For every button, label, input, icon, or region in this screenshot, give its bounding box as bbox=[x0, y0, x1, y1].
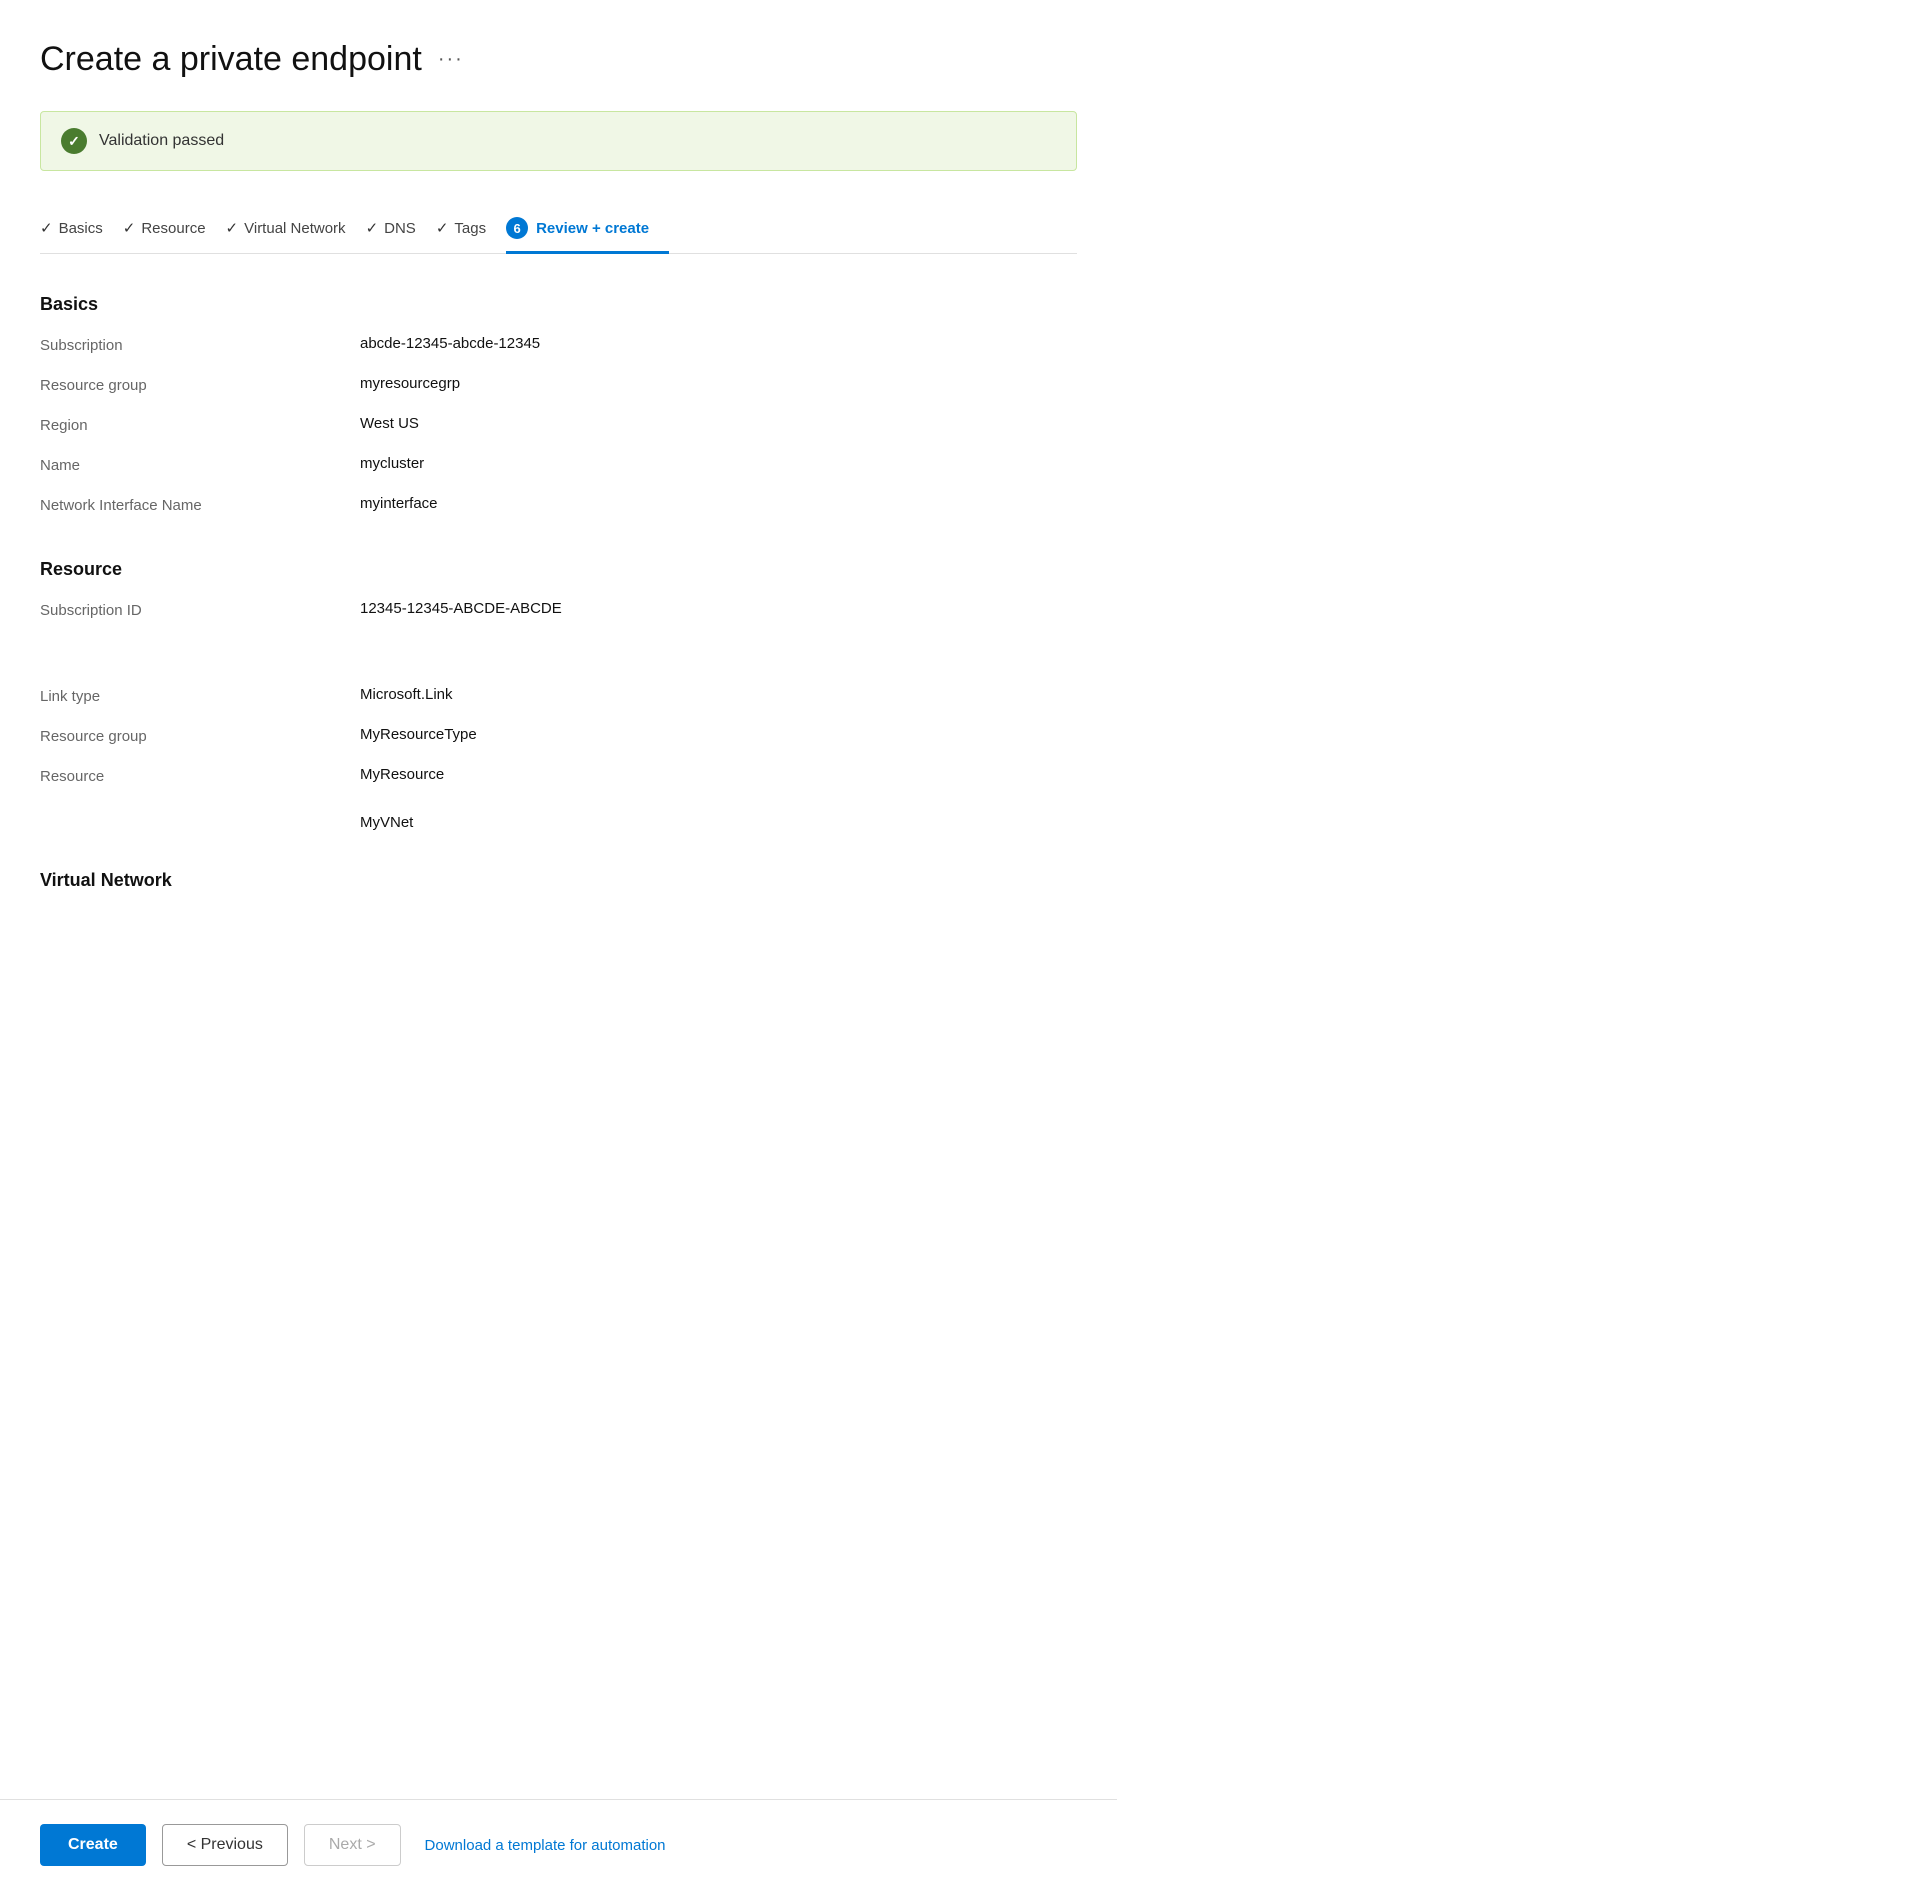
resource-group-label: Resource group bbox=[40, 726, 360, 745]
step-tags-check: ✓ bbox=[436, 219, 449, 237]
step-basics-check: ✓ bbox=[40, 219, 53, 237]
basics-subscription-label: Subscription bbox=[40, 335, 360, 354]
resource-link-type-value: Microsoft.Link bbox=[360, 686, 453, 703]
resource-resource-label: Resource bbox=[40, 766, 360, 785]
basics-nic-name-value: myinterface bbox=[360, 495, 438, 512]
step-virtual-network[interactable]: ✓ Virtual Network bbox=[226, 209, 366, 251]
resource-link-type-row: Link type Microsoft.Link bbox=[40, 686, 1077, 714]
vnet-section-title: Virtual Network bbox=[40, 870, 1077, 891]
content-area: Basics Subscription abcde-12345-abcde-12… bbox=[40, 294, 1077, 1071]
resource-subscription-id-row: Subscription ID 12345-12345-ABCDE-ABCDE bbox=[40, 600, 1077, 628]
basics-resource-group-value: myresourcegrp bbox=[360, 375, 460, 392]
step-dns-check: ✓ bbox=[366, 219, 379, 237]
validation-text: Validation passed bbox=[99, 132, 224, 150]
step-dns-label: DNS bbox=[384, 220, 416, 237]
basics-resource-group-row: Resource group myresourcegrp bbox=[40, 375, 1077, 403]
step-basics[interactable]: ✓ Basics bbox=[40, 209, 123, 251]
step-vnet-label: Virtual Network bbox=[244, 220, 345, 237]
basics-name-value: mycluster bbox=[360, 455, 424, 472]
resource-subscription-id-label: Subscription ID bbox=[40, 600, 360, 619]
previous-button[interactable]: < Previous bbox=[162, 1824, 288, 1866]
validation-banner: Validation passed bbox=[40, 111, 1077, 171]
basics-resource-group-label: Resource group bbox=[40, 375, 360, 394]
next-button: Next > bbox=[304, 1824, 401, 1866]
basics-subscription-value: abcde-12345-abcde-12345 bbox=[360, 335, 540, 352]
basics-subscription-row: Subscription abcde-12345-abcde-12345 bbox=[40, 335, 1077, 363]
validation-check-icon bbox=[61, 128, 87, 154]
vnet-pre-value-row: MyVNet bbox=[40, 814, 1077, 842]
resource-resource-row: Resource MyResource bbox=[40, 766, 1077, 794]
step-review-create[interactable]: 6 Review + create bbox=[506, 207, 669, 253]
basics-nic-name-row: Network Interface Name myinterface bbox=[40, 495, 1077, 523]
basics-name-row: Name mycluster bbox=[40, 455, 1077, 483]
step-review-badge: 6 bbox=[506, 217, 528, 239]
resource-subscription-id-value: 12345-12345-ABCDE-ABCDE bbox=[360, 600, 562, 617]
step-dns[interactable]: ✓ DNS bbox=[366, 209, 436, 251]
steps-nav: ✓ Basics ✓ Resource ✓ Virtual Network ✓ … bbox=[40, 207, 1077, 254]
ellipsis-menu-button[interactable]: ··· bbox=[438, 48, 464, 71]
basics-section-title: Basics bbox=[40, 294, 1077, 315]
step-resource[interactable]: ✓ Resource bbox=[123, 209, 226, 251]
resource-link-type-label: Link type bbox=[40, 686, 360, 705]
step-review-label: Review + create bbox=[536, 220, 649, 237]
step-resource-check: ✓ bbox=[123, 219, 136, 237]
basics-region-label: Region bbox=[40, 415, 360, 434]
basics-name-label: Name bbox=[40, 455, 360, 474]
download-template-link[interactable]: Download a template for automation bbox=[425, 1837, 666, 1854]
resource-empty-row bbox=[40, 640, 1077, 668]
create-button[interactable]: Create bbox=[40, 1824, 146, 1866]
resource-section-title: Resource bbox=[40, 559, 1077, 580]
footer: Create < Previous Next > Download a temp… bbox=[0, 1799, 1117, 1890]
resource-group-row: Resource group MyResourceType bbox=[40, 726, 1077, 754]
basics-region-value: West US bbox=[360, 415, 419, 432]
step-tags[interactable]: ✓ Tags bbox=[436, 209, 506, 251]
step-resource-label: Resource bbox=[141, 220, 205, 237]
step-vnet-check: ✓ bbox=[226, 219, 239, 237]
resource-resource-value: MyResource bbox=[360, 766, 444, 783]
basics-region-row: Region West US bbox=[40, 415, 1077, 443]
page-title: Create a private endpoint bbox=[40, 40, 422, 79]
vnet-pre-value: MyVNet bbox=[360, 814, 413, 831]
step-basics-label: Basics bbox=[59, 220, 103, 237]
basics-nic-name-label: Network Interface Name bbox=[40, 495, 360, 514]
step-tags-label: Tags bbox=[454, 220, 486, 237]
resource-group-value: MyResourceType bbox=[360, 726, 477, 743]
